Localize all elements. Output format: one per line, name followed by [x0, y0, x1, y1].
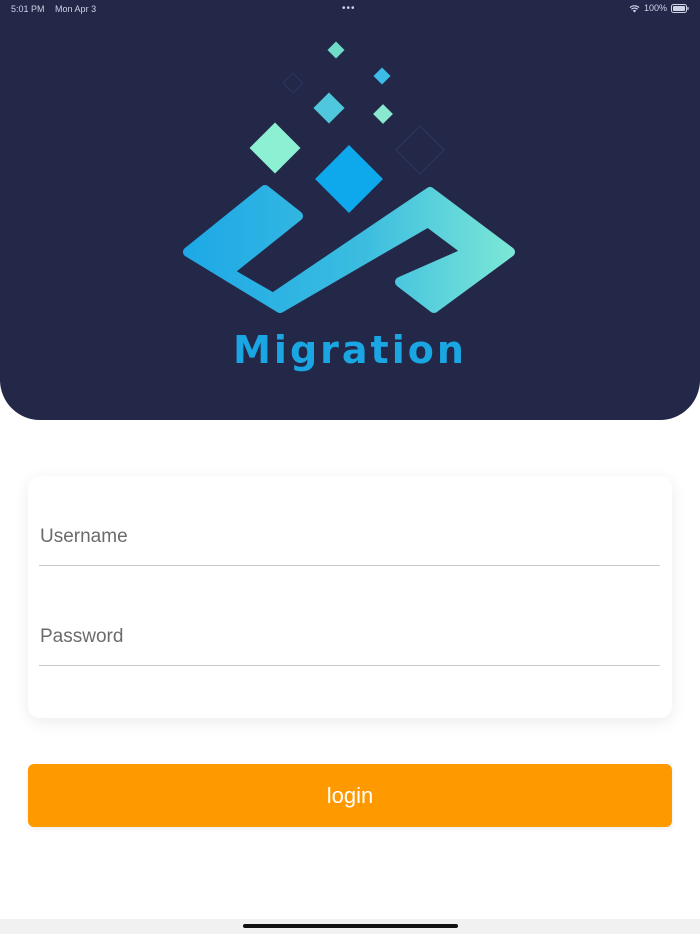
battery-icon	[671, 3, 689, 13]
status-right: 100%	[629, 3, 689, 13]
status-date: Mon Apr 3	[55, 4, 97, 14]
status-time: 5:01 PM	[11, 4, 45, 14]
password-input[interactable]	[40, 626, 640, 648]
status-bar: 5:01 PM Mon Apr 3 ••• 100%	[0, 0, 700, 18]
battery-percentage: 100%	[643, 3, 667, 13]
login-form-card	[28, 476, 672, 718]
password-field	[39, 602, 660, 666]
pixel-diamonds-icon	[249, 41, 445, 213]
username-field	[39, 502, 660, 566]
logo-wordmark: Migration	[233, 328, 467, 372]
wifi-icon	[629, 4, 640, 13]
multitasking-dots-icon[interactable]: •••	[342, 3, 356, 14]
login-button[interactable]: login	[28, 764, 672, 827]
home-indicator[interactable]	[243, 924, 458, 928]
header-banner: 5:01 PM Mon Apr 3 ••• 100% Migration	[0, 0, 700, 420]
status-time-date: 5:01 PM Mon Apr 3	[11, 4, 104, 14]
username-input[interactable]	[40, 526, 640, 548]
migration-logo: Migration	[183, 41, 515, 372]
